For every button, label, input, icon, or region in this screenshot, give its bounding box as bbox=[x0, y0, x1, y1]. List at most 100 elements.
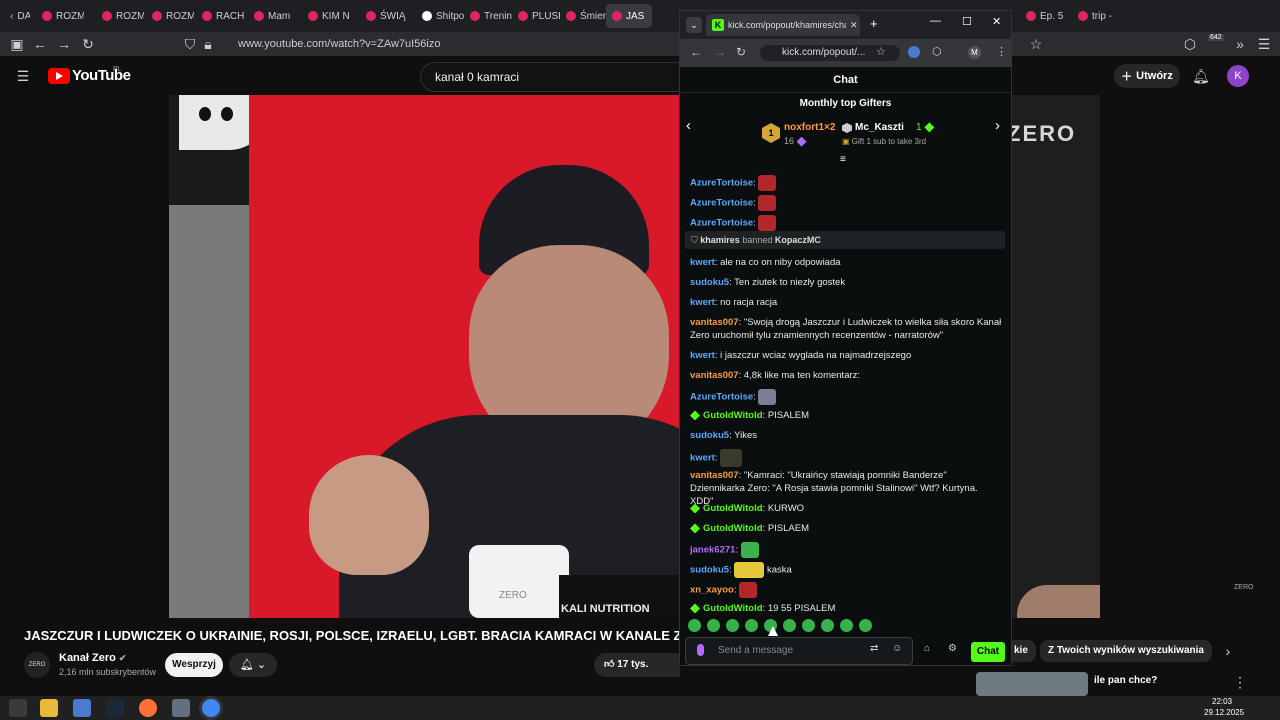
chevron-right-icon[interactable]: › bbox=[995, 117, 1000, 134]
chat-username[interactable]: sudoku5 bbox=[690, 277, 729, 288]
chat-username[interactable]: sudoku5 bbox=[690, 565, 729, 576]
browser-tab[interactable]: Shitpo bbox=[416, 4, 464, 28]
send-chat-button[interactable]: Chat bbox=[971, 642, 1005, 662]
more-tabs-icon[interactable]: » bbox=[1232, 36, 1248, 52]
chat-username[interactable]: GutoldWitold bbox=[703, 503, 763, 514]
back-icon[interactable]: ← bbox=[32, 36, 48, 52]
suggested-video-thumbnail[interactable] bbox=[976, 672, 1088, 696]
chat-username[interactable]: AzureTortoise bbox=[690, 392, 753, 403]
chat-input[interactable]: Send a message bbox=[685, 637, 913, 665]
chat-username[interactable]: xn_xayoo bbox=[690, 585, 734, 596]
quick-emote-icon[interactable] bbox=[802, 619, 815, 632]
emote-icon[interactable] bbox=[734, 562, 765, 578]
sidebar-toggle-icon[interactable]: ▣ bbox=[9, 36, 25, 52]
chat-username[interactable]: GutoldWitold bbox=[703, 523, 763, 534]
chat-username[interactable]: kwert bbox=[690, 453, 715, 464]
chat-username[interactable]: GutoldWitold bbox=[703, 410, 763, 421]
browser-tab[interactable]: Śmier bbox=[560, 4, 608, 28]
suggested-video-title[interactable]: ile pan chce? bbox=[1094, 675, 1157, 686]
quick-emote-icon[interactable] bbox=[859, 619, 872, 632]
chat-username[interactable]: kwert bbox=[690, 297, 715, 308]
maximize-icon[interactable]: ☐ bbox=[962, 15, 972, 28]
emoji-icon[interactable]: ☺ bbox=[892, 643, 902, 654]
start-menu-icon[interactable] bbox=[9, 699, 27, 717]
steam-icon[interactable] bbox=[106, 699, 124, 717]
notifications-bell-icon[interactable]: 🔔︎ bbox=[1192, 68, 1210, 84]
chat-username[interactable]: AzureTortoise bbox=[690, 218, 753, 229]
mic-icon[interactable] bbox=[697, 644, 704, 656]
quick-emote-icon[interactable] bbox=[821, 619, 834, 632]
chat-username[interactable]: janek6271 bbox=[690, 545, 735, 556]
chip-from-search[interactable]: Z Twoich wyników wyszukiwania bbox=[1040, 640, 1212, 662]
translate-icon[interactable]: ⇄ bbox=[870, 643, 878, 654]
quick-emote-icon[interactable] bbox=[726, 619, 739, 632]
star-icon[interactable]: ☆ bbox=[1028, 36, 1044, 52]
emote-icon[interactable] bbox=[758, 215, 777, 231]
browser-tab[interactable]: Mam bbox=[248, 4, 296, 28]
reload-icon[interactable]: ↻ bbox=[80, 36, 96, 52]
browser-tab[interactable]: ROZM bbox=[96, 4, 144, 28]
settings-gear-icon[interactable]: ⚙ bbox=[948, 643, 957, 654]
browser-tab[interactable]: RACH bbox=[196, 4, 244, 28]
support-button[interactable]: Wesprzyj bbox=[165, 653, 223, 677]
chat-username[interactable]: AzureTortoise bbox=[690, 178, 753, 189]
channel-avatar[interactable]: ZERO bbox=[24, 652, 50, 678]
tab-back-arrow[interactable]: ‹ DA bbox=[4, 4, 30, 28]
browser-tab[interactable]: Ep. 5 bbox=[1020, 4, 1068, 28]
chat-username[interactable]: vanitas007 bbox=[690, 370, 739, 381]
gifter2-name[interactable]: Mc_Kaszti bbox=[855, 122, 904, 133]
browser-tab[interactable]: Trenin bbox=[464, 4, 512, 28]
search-input[interactable]: kanał 0 kamraci bbox=[420, 62, 680, 92]
browser-tab[interactable]: ROZM bbox=[146, 4, 194, 28]
chat-username[interactable]: kwert bbox=[690, 350, 715, 361]
more-options-icon[interactable]: ⋮ bbox=[1232, 674, 1248, 690]
browser-tab[interactable]: JAS bbox=[606, 4, 652, 28]
extension-icon[interactable] bbox=[908, 46, 920, 58]
chrome-icon[interactable] bbox=[202, 699, 220, 717]
new-tab-icon[interactable]: + bbox=[870, 16, 878, 31]
emote-icon[interactable] bbox=[739, 582, 758, 598]
browser-tab[interactable]: trip - bbox=[1072, 4, 1120, 28]
emote-icon[interactable] bbox=[758, 175, 777, 191]
chat-username[interactable]: GutoldWitold bbox=[703, 603, 763, 614]
collapse-toggle-icon[interactable]: ≡ bbox=[840, 154, 846, 165]
subscribe-bell-button[interactable]: 🔔︎ ⌄ bbox=[229, 653, 277, 677]
quick-emote-icon[interactable] bbox=[840, 619, 853, 632]
extensions-puzzle-icon[interactable]: ⬡ bbox=[932, 45, 942, 58]
chat-username[interactable]: sudoku5 bbox=[690, 430, 729, 441]
address-bar[interactable]: www.youtube.com/watch?v=ZAw7uI56izo bbox=[238, 38, 441, 50]
clock-time[interactable]: 22:03 bbox=[1212, 697, 1232, 706]
browser-tab[interactable]: ROZM bbox=[36, 4, 84, 28]
forward-icon[interactable]: → bbox=[56, 36, 72, 52]
chevron-right-icon[interactable]: › bbox=[1220, 643, 1236, 659]
reload-icon[interactable]: ↻ bbox=[736, 45, 746, 59]
quick-emote-icon[interactable] bbox=[707, 619, 720, 632]
close-icon[interactable]: ✕ bbox=[850, 20, 858, 31]
chat-username[interactable]: AzureTortoise bbox=[690, 198, 753, 209]
channel-name[interactable]: Kanał Zero ✔ bbox=[59, 652, 126, 664]
firefox-icon[interactable] bbox=[139, 699, 157, 717]
emote-icon[interactable] bbox=[758, 195, 777, 211]
back-icon[interactable]: ← bbox=[690, 45, 702, 59]
app-icon[interactable] bbox=[172, 699, 190, 717]
ban-target[interactable]: KopaczMC bbox=[775, 235, 821, 245]
chat-username[interactable]: vanitas007 bbox=[690, 470, 739, 481]
user-avatar[interactable]: K bbox=[1227, 65, 1249, 87]
popout-tab[interactable]: K kick.com/popout/khamires/cha ✕ bbox=[706, 14, 860, 36]
quick-emote-icon[interactable] bbox=[783, 619, 796, 632]
chevron-left-icon[interactable]: ‹ bbox=[686, 117, 691, 134]
hamburger-menu-icon[interactable]: ☰ bbox=[15, 68, 31, 84]
youtube-logo-icon[interactable] bbox=[48, 68, 70, 84]
quick-emote-icon[interactable] bbox=[745, 619, 758, 632]
chat-username[interactable]: kwert bbox=[690, 257, 715, 268]
like-button[interactable]: 👍︎ 17 tys. bbox=[594, 653, 680, 677]
emote-icon[interactable] bbox=[740, 542, 759, 558]
browser-tab[interactable]: KIM N bbox=[302, 4, 350, 28]
shield-icon[interactable]: ⛉ bbox=[182, 36, 198, 52]
extensions-icon[interactable]: ⬡ bbox=[1182, 36, 1198, 52]
file-explorer-icon[interactable] bbox=[40, 699, 58, 717]
emote-icon[interactable] bbox=[720, 449, 743, 467]
window-close-icon[interactable]: ✕ bbox=[992, 15, 1001, 28]
clock-date[interactable]: 29.12.2025 bbox=[1204, 708, 1244, 717]
create-button[interactable]: ＋ Utwórz bbox=[1114, 64, 1180, 88]
